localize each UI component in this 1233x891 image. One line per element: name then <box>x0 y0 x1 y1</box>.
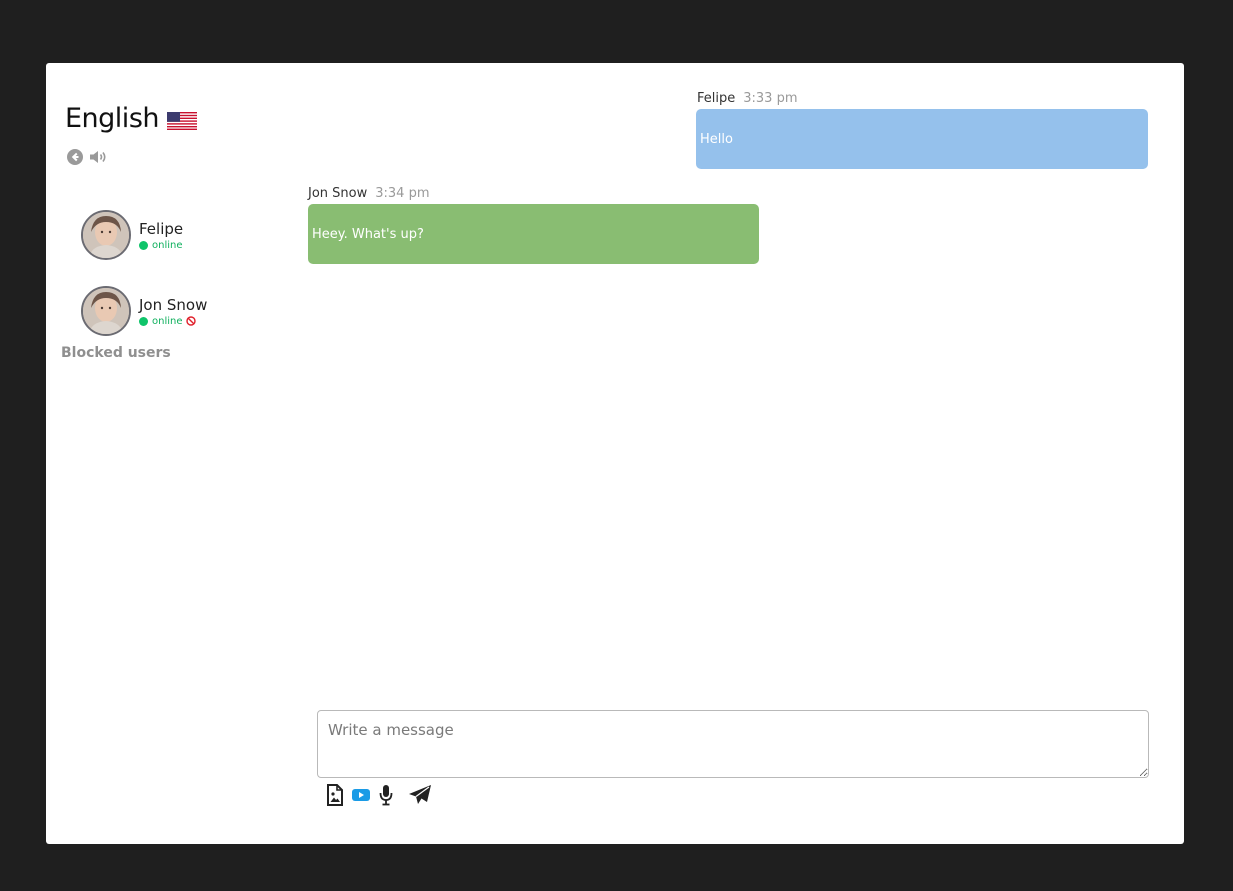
file-image-icon[interactable] <box>326 784 344 806</box>
contact-item-felipe[interactable]: Felipe online <box>81 210 183 260</box>
language-title: English <box>65 103 197 134</box>
status-row: online <box>139 240 183 251</box>
contact-item-jon-snow[interactable]: Jon Snow online <box>81 286 207 336</box>
message-bubble: Heey. What's up? <box>308 204 759 264</box>
message-time: 3:33 pm <box>743 91 798 106</box>
ban-icon[interactable] <box>185 316 196 326</box>
sidebar-controls <box>67 149 109 165</box>
us-flag-icon <box>167 111 197 130</box>
message-text: Heey. What's up? <box>312 226 424 242</box>
contact-name: Jon Snow <box>139 295 208 314</box>
online-dot-icon <box>139 240 148 250</box>
composer-toolbar <box>326 784 440 806</box>
message-input[interactable] <box>317 710 1149 778</box>
youtube-icon[interactable] <box>352 788 370 802</box>
language-label: English <box>65 103 160 134</box>
message-time: 3:34 pm <box>375 186 430 201</box>
volume-icon[interactable] <box>89 149 109 165</box>
status-text: online <box>152 239 183 251</box>
message-bubble: Hello <box>696 109 1148 169</box>
message-author: Felipe <box>697 91 736 106</box>
message-author: Jon Snow <box>308 186 368 201</box>
arrow-circle-left-icon[interactable] <box>67 149 83 165</box>
message-header: Jon Snow 3:34 pm <box>308 186 430 201</box>
blocked-users-link[interactable]: Blocked users <box>61 345 171 361</box>
message-header: Felipe 3:33 pm <box>697 91 798 106</box>
avatar <box>81 286 131 336</box>
message-text: Hello <box>700 131 733 147</box>
microphone-icon[interactable] <box>378 784 394 806</box>
contact-name: Felipe <box>139 219 184 238</box>
avatar <box>81 210 131 260</box>
paper-plane-icon[interactable] <box>408 784 432 806</box>
status-text: online <box>152 315 183 327</box>
chat-panel: English Felipe online Jon Snow online Bl… <box>46 63 1184 844</box>
status-row: online <box>139 316 207 327</box>
online-dot-icon <box>139 316 148 326</box>
